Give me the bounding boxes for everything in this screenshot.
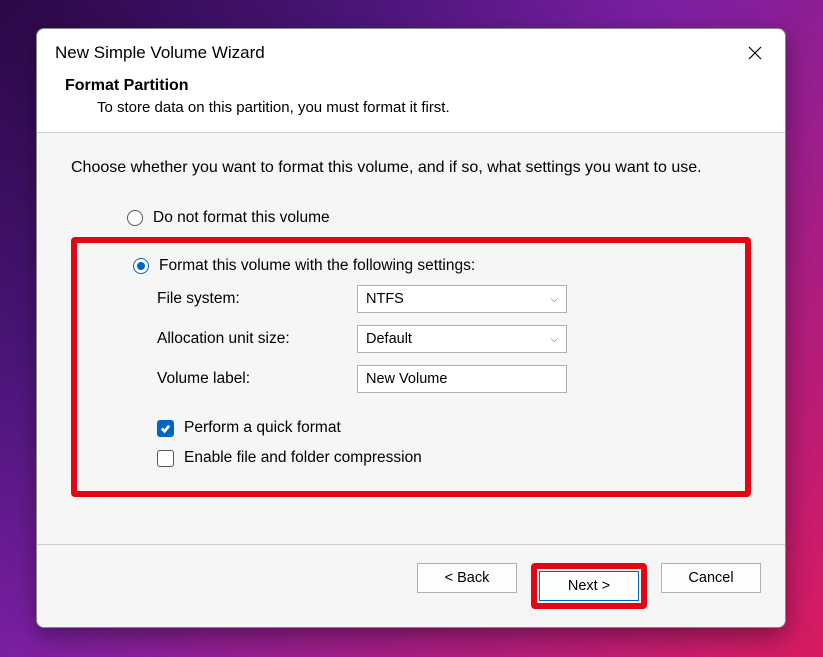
chevron-down-icon: ⌵: [550, 294, 558, 305]
allocation-label: Allocation unit size:: [157, 330, 357, 348]
volume-label-value: New Volume: [366, 371, 447, 387]
wizard-footer: < Back Next > Cancel: [37, 544, 785, 627]
checkbox-icon: [157, 420, 174, 437]
quick-format-checkbox-row[interactable]: Perform a quick format: [87, 413, 735, 443]
close-button[interactable]: [743, 41, 767, 65]
radio-format[interactable]: Format this volume with the following se…: [87, 253, 735, 279]
highlight-annotation: Format this volume with the following se…: [71, 237, 751, 497]
header-subtitle: To store data on this partition, you mus…: [65, 99, 757, 116]
volume-label-input[interactable]: New Volume: [357, 365, 567, 393]
radio-icon: [127, 210, 143, 226]
wizard-header: Format Partition To store data on this p…: [37, 71, 785, 132]
header-title: Format Partition: [65, 77, 757, 95]
cancel-button[interactable]: Cancel: [661, 563, 761, 593]
radio-icon: [133, 258, 149, 274]
radio-no-format[interactable]: Do not format this volume: [71, 205, 751, 231]
radio-no-format-label: Do not format this volume: [153, 209, 330, 227]
instruction-text: Choose whether you want to format this v…: [71, 159, 751, 177]
quick-format-label: Perform a quick format: [184, 419, 341, 437]
allocation-row: Allocation unit size: Default ⌵: [157, 319, 735, 359]
wizard-body: Choose whether you want to format this v…: [37, 133, 785, 544]
back-button[interactable]: < Back: [417, 563, 517, 593]
chevron-down-icon: ⌵: [550, 334, 558, 345]
allocation-value: Default: [366, 331, 412, 347]
file-system-label: File system:: [157, 290, 357, 308]
titlebar: New Simple Volume Wizard: [37, 29, 785, 71]
next-button[interactable]: Next >: [539, 571, 639, 601]
compression-label: Enable file and folder compression: [184, 449, 422, 467]
dialog-title: New Simple Volume Wizard: [55, 43, 265, 63]
format-settings: File system: NTFS ⌵ Allocation unit size…: [87, 279, 735, 399]
wizard-dialog: New Simple Volume Wizard Format Partitio…: [36, 28, 786, 628]
allocation-select[interactable]: Default ⌵: [357, 325, 567, 353]
compression-checkbox-row[interactable]: Enable file and folder compression: [87, 443, 735, 473]
volume-label-row: Volume label: New Volume: [157, 359, 735, 399]
next-highlight-annotation: Next >: [531, 563, 647, 609]
close-icon: [748, 46, 762, 60]
volume-label-label: Volume label:: [157, 370, 357, 388]
radio-format-label: Format this volume with the following se…: [159, 257, 475, 275]
file-system-row: File system: NTFS ⌵: [157, 279, 735, 319]
file-system-select[interactable]: NTFS ⌵: [357, 285, 567, 313]
file-system-value: NTFS: [366, 291, 404, 307]
checkbox-icon: [157, 450, 174, 467]
